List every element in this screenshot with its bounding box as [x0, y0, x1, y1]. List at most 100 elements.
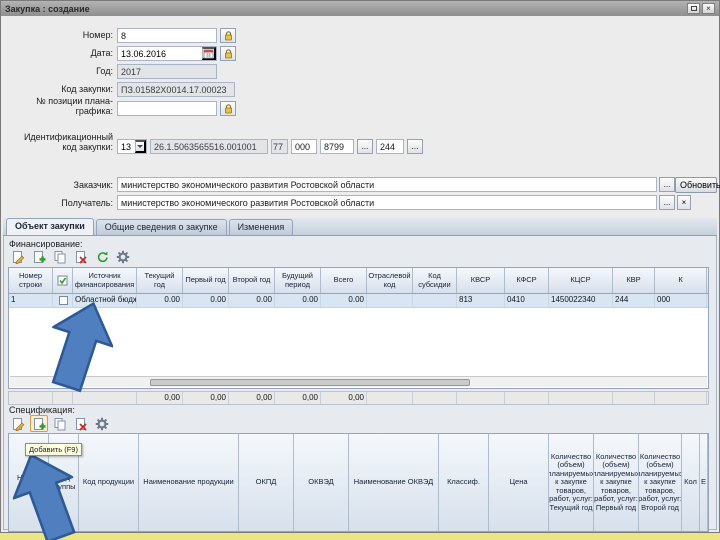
table-row[interactable]: 1Областной бюджет0.000.000.000.000.00813…: [9, 294, 708, 308]
ikz-part4-field[interactable]: [291, 139, 317, 154]
column-header[interactable]: Источник финансирования: [73, 268, 137, 293]
table-cell: 1: [9, 294, 53, 307]
column-header[interactable]: Код продукции: [79, 434, 139, 531]
customer-lookup-button[interactable]: ...: [659, 177, 675, 192]
purchase-code-label: Код закупки:: [61, 84, 113, 94]
fin-refresh-button[interactable]: [93, 248, 111, 265]
column-header[interactable]: КФСР: [505, 268, 549, 293]
maximize-button[interactable]: [687, 3, 700, 14]
tab-changes[interactable]: Изменения: [228, 219, 294, 235]
specification-table-header: Номер строкиКод группыКод продукцииНаиме…: [9, 434, 708, 531]
date-lock-button[interactable]: [220, 46, 236, 61]
column-header[interactable]: Количество (объем) планируемых к закупке…: [594, 434, 639, 531]
column-header[interactable]: Будущий период: [275, 268, 321, 293]
spec-copy-button[interactable]: [51, 415, 69, 432]
table-cell: 0,00: [137, 392, 183, 404]
fin-copy-button[interactable]: [51, 248, 69, 265]
recipient-field[interactable]: [117, 195, 657, 210]
date-field[interactable]: 13.06.2016: [117, 46, 217, 61]
column-header[interactable]: Второй год: [229, 268, 275, 293]
ikz-part6-field[interactable]: [376, 139, 404, 154]
column-header[interactable]: Номер строки: [9, 268, 53, 293]
spec-edit-button[interactable]: [9, 415, 27, 432]
column-header[interactable]: Е: [700, 434, 708, 531]
close-button[interactable]: ×: [702, 3, 715, 14]
ikz-lookup-button-1[interactable]: ...: [357, 139, 373, 154]
table-cell: 1450022340: [549, 294, 613, 307]
horizontal-scrollbar[interactable]: [10, 376, 707, 387]
column-header[interactable]: Цена: [489, 434, 549, 531]
tab-strip: Объект закупки Общие сведения о закупке …: [3, 218, 717, 236]
column-header[interactable]: Первый год: [183, 268, 229, 293]
table-cell: [505, 392, 549, 404]
dropdown-button[interactable]: [135, 140, 146, 153]
lock-icon: [224, 48, 232, 58]
slide-background: Закупка : создание × Номер: Дата: Год: К…: [0, 0, 720, 540]
column-header[interactable]: Количество (объем) планируемых к закупке…: [549, 434, 594, 531]
recipient-lookup-button[interactable]: ...: [659, 195, 675, 210]
column-header[interactable]: ОКПД: [239, 434, 294, 531]
tab-general-info[interactable]: Общие сведения о закупке: [95, 219, 227, 235]
column-header[interactable]: Всего: [321, 268, 367, 293]
column-header[interactable]: Количество (объем) планируемых к закупке…: [639, 434, 682, 531]
table-cell: 0,00: [275, 392, 321, 404]
column-header[interactable]: ОКВЭД: [294, 434, 349, 531]
delete-icon: [76, 417, 87, 431]
ikz-label: Идентификационный код закупки:: [23, 132, 113, 152]
column-header[interactable]: Кол: [682, 434, 700, 531]
column-header[interactable]: Отраслевой код: [367, 268, 413, 293]
plan-position-field[interactable]: [117, 101, 217, 116]
fin-delete-button[interactable]: [72, 248, 90, 265]
close-icon: ×: [706, 4, 711, 13]
column-header[interactable]: Текущий год: [137, 268, 183, 293]
copy-icon: [54, 250, 66, 263]
table-cell: [655, 392, 707, 404]
column-header[interactable]: К: [655, 268, 707, 293]
titlebar[interactable]: Закупка : создание ×: [1, 1, 719, 16]
check-icon: [57, 275, 68, 286]
column-header[interactable]: [53, 268, 73, 293]
table-cell: 0.00: [229, 294, 275, 307]
ikz-year-combo[interactable]: 13: [117, 139, 147, 154]
plan-position-label: № позиции плана- графика:: [36, 96, 113, 116]
ikz-part5-field[interactable]: [320, 139, 354, 154]
calendar-button[interactable]: [202, 47, 216, 60]
calendar-icon: [203, 49, 214, 59]
edit-icon: [13, 250, 25, 264]
plan-position-lock-button[interactable]: [220, 101, 236, 116]
scrollbar-thumb[interactable]: [150, 379, 470, 386]
spec-delete-button[interactable]: [72, 415, 90, 432]
column-header[interactable]: КЦСР: [549, 268, 613, 293]
fin-settings-button[interactable]: [114, 248, 132, 265]
fin-add-button[interactable]: [30, 248, 48, 265]
column-header[interactable]: Наименование продукции: [139, 434, 239, 531]
tab-object[interactable]: Объект закупки: [6, 218, 94, 235]
column-header[interactable]: Классиф.: [439, 434, 489, 531]
recipient-clear-button[interactable]: ×: [677, 195, 691, 210]
column-header[interactable]: Код субсидии: [413, 268, 457, 293]
refresh-customer-button[interactable]: Обновить: [675, 177, 720, 193]
gear-icon: [95, 417, 109, 430]
ikz-lookup-button-2[interactable]: ...: [407, 139, 423, 154]
financing-table-header: Номер строки Источник финансирования Текущ…: [9, 268, 708, 294]
column-header[interactable]: КВСР: [457, 268, 505, 293]
number-lock-button[interactable]: [220, 28, 236, 43]
number-field[interactable]: [117, 28, 217, 43]
spec-add-button[interactable]: [30, 415, 48, 432]
date-label: Дата:: [90, 48, 113, 58]
column-header[interactable]: Наименование ОКВЭД: [349, 434, 439, 531]
table-cell: 0.00: [137, 294, 183, 307]
specification-toolbar: [9, 415, 111, 432]
table-cell: 0,00: [321, 392, 367, 404]
table-cell: 0,00: [229, 392, 275, 404]
column-header[interactable]: КВР: [613, 268, 655, 293]
table-cell: 813: [457, 294, 505, 307]
table-cell: [549, 392, 613, 404]
ikz-part3-field: [271, 139, 288, 154]
table-cell: 0.00: [183, 294, 229, 307]
year-field: [117, 64, 217, 79]
spec-settings-button[interactable]: [93, 415, 111, 432]
customer-field[interactable]: [117, 177, 657, 192]
recipient-label: Получатель:: [61, 198, 113, 208]
fin-edit-button[interactable]: [9, 248, 27, 265]
